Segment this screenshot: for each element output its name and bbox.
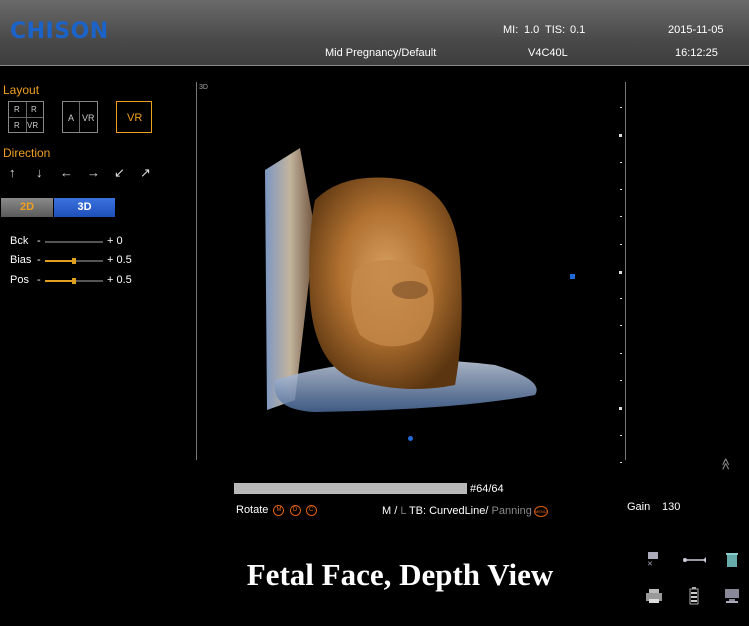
param-slider-knob[interactable]	[72, 258, 76, 264]
param-value: + 0.5	[107, 274, 132, 286]
panning-label: Panning	[491, 505, 532, 517]
depth-scale-tick	[619, 270, 622, 274]
mode-2d-button[interactable]: 2D	[1, 198, 53, 217]
volume-marker-right[interactable]	[570, 274, 575, 279]
image-caption: Fetal Face, Depth View	[246, 557, 554, 592]
param-name: Pos	[10, 274, 29, 286]
depth-scale-tick	[620, 188, 622, 190]
header-bar: CHISON MI: 1.0 TIS: 0.1 2015-11-05 Mid P…	[0, 0, 749, 66]
fetal-3d-render[interactable]	[255, 140, 555, 420]
depth-scale-tick	[620, 161, 622, 163]
layout-dual-button[interactable]: A VR	[62, 101, 98, 133]
time-display: 16:12:25	[675, 47, 718, 59]
rotate-label: Rotate	[236, 504, 269, 516]
mode-3d-button[interactable]: 3D	[54, 198, 115, 217]
depth-scale-tick	[620, 380, 622, 381]
gain-label: Gain	[627, 501, 651, 513]
scroll-arrows-icon[interactable]: ≫	[718, 458, 732, 471]
layout-single-label: VR	[127, 112, 143, 124]
menu-icon[interactable]: MENU	[533, 505, 548, 517]
direction-right-button[interactable]: →	[87, 165, 100, 180]
brand-logo: CHISON	[10, 19, 109, 44]
param-minus[interactable]: -	[37, 235, 41, 247]
mode-m-label: M	[382, 505, 392, 517]
depth-scale-tick	[620, 216, 622, 218]
layout-quad-button[interactable]: R R R VR	[8, 101, 44, 133]
layout-title: Layout	[3, 83, 40, 97]
view-label: 3D	[199, 84, 208, 91]
param-slider-track[interactable]	[45, 278, 103, 284]
mode-separator: /	[485, 505, 489, 517]
volume-marker-bottom[interactable]	[408, 436, 413, 441]
direction-left-button[interactable]: ←	[60, 165, 73, 180]
param-value: + 0	[107, 235, 123, 247]
param-slider-track[interactable]	[45, 241, 103, 243]
probe-name: V4C40L	[528, 47, 568, 59]
frame-counter: #64/64	[470, 483, 504, 495]
frame-progress-bar[interactable]	[234, 483, 467, 494]
layout-quad-cell: R	[14, 121, 20, 130]
direction-up-button[interactable]: ↑	[9, 165, 16, 180]
depth-scale-tick	[620, 243, 622, 245]
mi-label: MI:	[503, 24, 519, 36]
tis-value: 0.1	[570, 24, 586, 36]
depth-scale-tick	[620, 461, 622, 463]
param-slider-track[interactable]	[45, 258, 103, 264]
depth-scale-tick	[619, 134, 622, 138]
depth-scale-tick	[619, 407, 622, 411]
view-left-border	[196, 82, 197, 460]
date-display: 2015-11-05	[668, 24, 724, 36]
tis-label: TIS:	[545, 24, 566, 36]
param-bias[interactable]: Bias - + 0.5	[0, 254, 160, 268]
printer-icon[interactable]	[645, 588, 663, 607]
computer-icon[interactable]	[724, 588, 740, 607]
param-pos[interactable]: Pos - + 0.5	[0, 274, 160, 288]
trackball-mode-line: M / L TB: CurvedLine/ Panning MENU	[382, 505, 548, 517]
usb-icon[interactable]	[682, 553, 708, 569]
depth-scale-tick	[620, 107, 622, 108]
param-slider-fill	[45, 280, 74, 282]
depth-scale-tick	[620, 434, 622, 436]
rotate-control[interactable]: Rotate M D C	[236, 504, 317, 516]
depth-scale-tick	[620, 325, 622, 327]
svg-text:✕: ✕	[647, 560, 653, 567]
mode-l-label: L	[400, 505, 407, 517]
image-stack-icon[interactable]: ✕	[646, 551, 662, 570]
param-name: Bck	[10, 235, 29, 247]
layout-single-button[interactable]: VR	[116, 101, 152, 133]
direction-down-button[interactable]: ↓	[36, 165, 43, 180]
param-minus[interactable]: -	[37, 274, 41, 286]
preset-name: Mid Pregnancy/Default	[325, 47, 437, 59]
param-bck[interactable]: Bck - + 0	[0, 235, 160, 249]
gain-value: 130	[662, 501, 681, 513]
direction-up-right-button[interactable]: ↗	[140, 165, 151, 181]
layout-dual-cell: VR	[82, 113, 95, 123]
param-slider-fill	[45, 260, 74, 262]
depth-scale-tick	[620, 298, 622, 300]
mode-separator: /	[394, 505, 398, 517]
direction-down-left-button[interactable]: ↙	[114, 165, 125, 181]
battery-icon	[689, 587, 699, 608]
rotate-d-icon[interactable]: D	[289, 504, 301, 516]
rotate-c-icon[interactable]: C	[305, 504, 317, 516]
param-value: + 0.5	[107, 254, 132, 266]
layout-dual-cell: A	[68, 113, 75, 123]
layout-quad-cell: R	[31, 105, 37, 114]
layout-quad-cell: R	[14, 105, 20, 114]
param-name: Bias	[10, 254, 32, 266]
param-slider-knob[interactable]	[72, 278, 76, 284]
depth-scale-tick	[620, 352, 622, 354]
trash-icon[interactable]	[725, 552, 739, 571]
mi-value: 1.0	[524, 24, 540, 36]
rotate-m-icon[interactable]: M	[273, 504, 285, 516]
depth-scale-line	[625, 82, 626, 460]
trackball-mode-label: TB: CurvedLine	[408, 505, 486, 517]
direction-title: Direction	[3, 146, 51, 160]
layout-quad-cell: VR	[27, 121, 39, 130]
param-minus[interactable]: -	[37, 254, 41, 266]
frame-progress-fill	[235, 484, 466, 493]
